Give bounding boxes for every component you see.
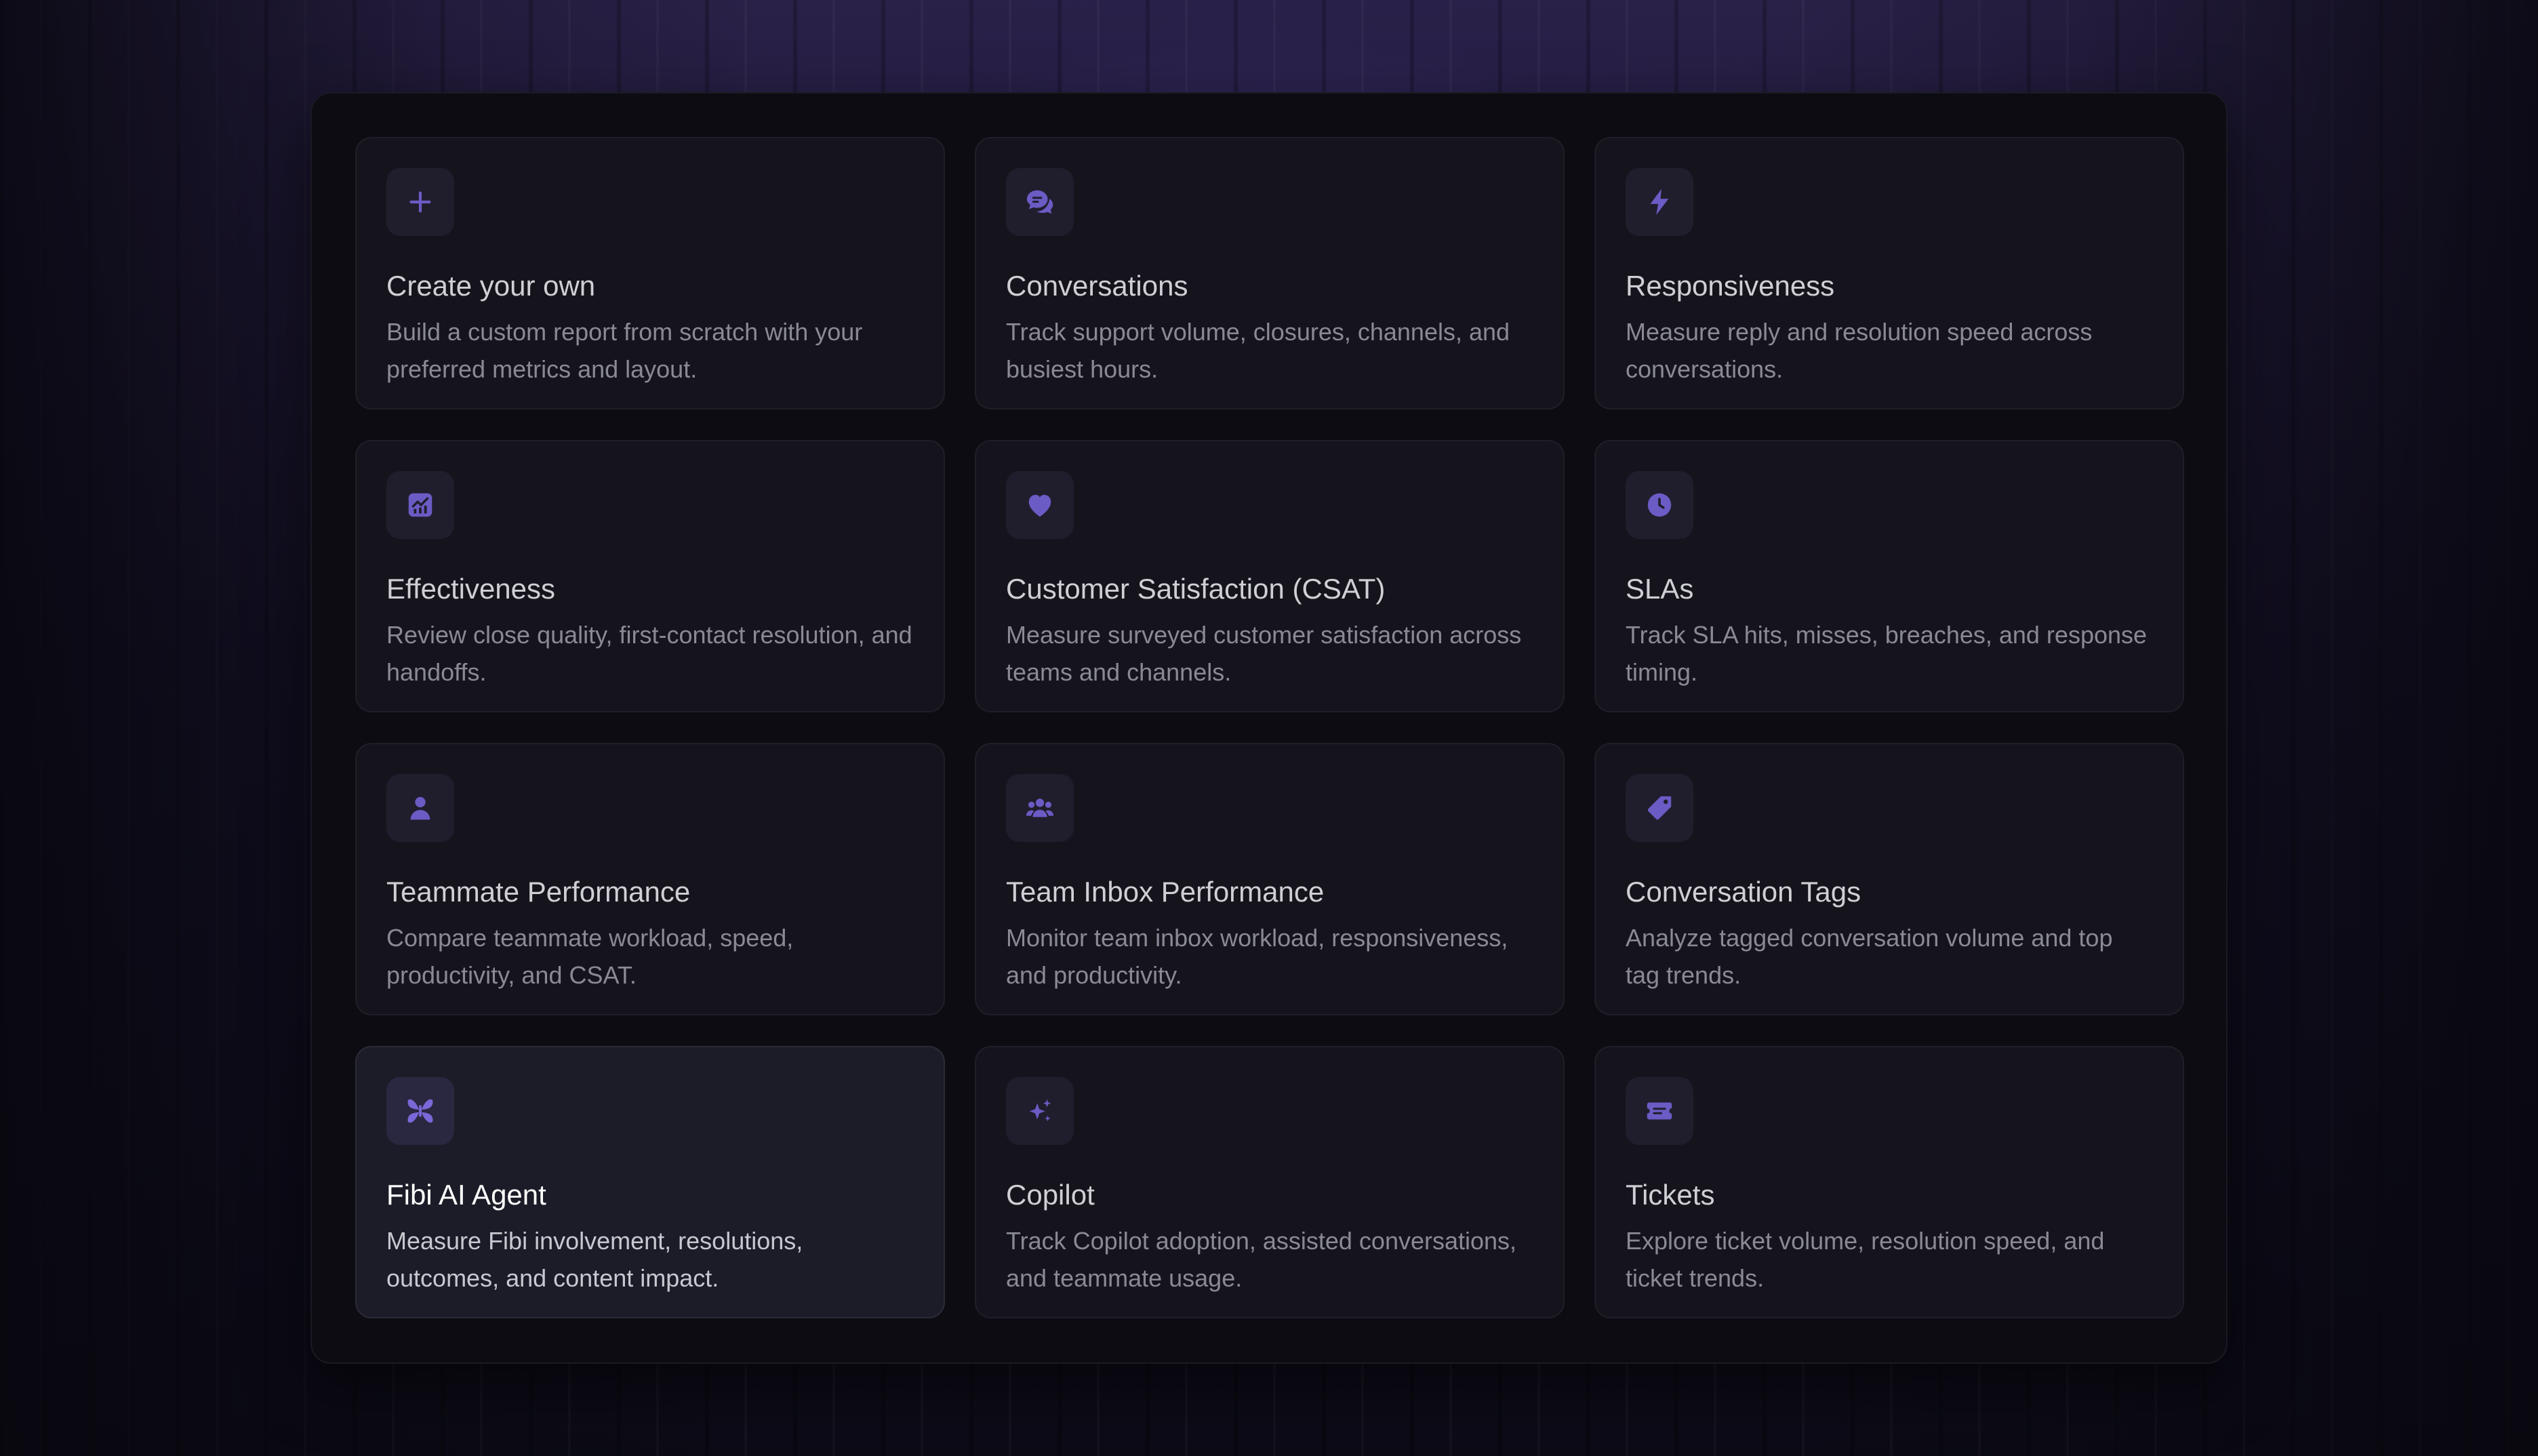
card-description: Track Copilot adoption, assisted convers…	[1006, 1227, 1517, 1292]
card-title: Tickets	[1626, 1179, 1715, 1211]
card-title: Create your own	[386, 270, 596, 302]
card-title: Team Inbox Performance	[1006, 876, 1325, 908]
report-card-csat[interactable]: Customer Satisfaction (CSAT) Measure sur…	[975, 440, 1565, 712]
report-card-create-your-own[interactable]: Create your own Build a custom report fr…	[355, 137, 945, 409]
report-card-fibi-ai-agent[interactable]: Fibi AI Agent Measure Fibi involvement, …	[355, 1046, 945, 1318]
card-description: Monitor team inbox workload, responsiven…	[1006, 924, 1508, 989]
card-title: SLAs	[1626, 573, 1694, 605]
card-description: Explore ticket volume, resolution speed,…	[1626, 1227, 2105, 1292]
person-icon	[386, 774, 454, 842]
chat-bubbles-icon	[1006, 168, 1074, 236]
card-description: Compare teammate workload, speed, produc…	[386, 924, 794, 989]
ticket-icon	[1626, 1077, 1693, 1145]
card-title: Responsiveness	[1626, 270, 1835, 302]
report-template-grid: Create your own Build a custom report fr…	[355, 137, 2184, 1318]
report-card-team-inbox-performance[interactable]: Team Inbox Performance Monitor team inbo…	[975, 743, 1565, 1015]
report-template-panel: Create your own Build a custom report fr…	[310, 92, 2228, 1364]
report-card-slas[interactable]: SLAs Track SLA hits, misses, breaches, a…	[1594, 440, 2184, 712]
card-title: Customer Satisfaction (CSAT)	[1006, 573, 1386, 605]
sparkles-icon	[1006, 1077, 1074, 1145]
card-description: Measure surveyed customer satisfaction a…	[1006, 621, 1522, 686]
plus-icon	[386, 168, 454, 236]
butterfly-icon	[386, 1077, 454, 1145]
report-card-responsiveness[interactable]: Responsiveness Measure reply and resolut…	[1594, 137, 2184, 409]
card-title: Conversation Tags	[1626, 876, 1861, 908]
people-icon	[1006, 774, 1074, 842]
report-card-copilot[interactable]: Copilot Track Copilot adoption, assisted…	[975, 1046, 1565, 1318]
card-title: Teammate Performance	[386, 876, 691, 908]
card-title: Fibi AI Agent	[386, 1179, 546, 1211]
report-card-tickets[interactable]: Tickets Explore ticket volume, resolutio…	[1594, 1046, 2184, 1318]
tag-icon	[1626, 774, 1693, 842]
report-card-conversation-tags[interactable]: Conversation Tags Analyze tagged convers…	[1594, 743, 2184, 1015]
card-description: Review close quality, first-contact reso…	[386, 621, 912, 686]
card-description: Measure Fibi involvement, resolutions, o…	[386, 1227, 803, 1292]
card-description: Measure reply and resolution speed acros…	[1626, 318, 2093, 383]
chart-up-icon	[386, 471, 454, 539]
card-title: Effectiveness	[386, 573, 556, 605]
card-description: Track SLA hits, misses, breaches, and re…	[1626, 621, 2148, 686]
card-description: Analyze tagged conversation volume and t…	[1626, 924, 2113, 989]
card-title: Conversations	[1006, 270, 1188, 302]
report-card-effectiveness[interactable]: Effectiveness Review close quality, firs…	[355, 440, 945, 712]
card-description: Build a custom report from scratch with …	[386, 318, 863, 383]
report-card-teammate-performance[interactable]: Teammate Performance Compare teammate wo…	[355, 743, 945, 1015]
card-description: Track support volume, closures, channels…	[1006, 318, 1510, 383]
lightning-icon	[1626, 168, 1693, 236]
heart-icon	[1006, 471, 1074, 539]
clock-icon	[1626, 471, 1693, 539]
card-title: Copilot	[1006, 1179, 1095, 1211]
report-card-conversations[interactable]: Conversations Track support volume, clos…	[975, 137, 1565, 409]
